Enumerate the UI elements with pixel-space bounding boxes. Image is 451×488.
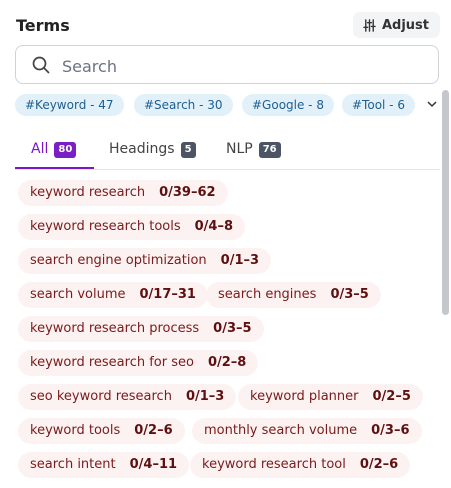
hashtag-chip[interactable]: #Keyword - 47 [15, 94, 124, 116]
term-count: 0/2–6 [134, 423, 173, 438]
panel-title: Terms [16, 16, 70, 35]
term-label: search volume [30, 287, 126, 302]
term-chip[interactable]: monthly search volume 0/3–6 [192, 418, 422, 444]
term-count: 0/3–5 [330, 287, 369, 302]
count-badge: 76 [258, 142, 281, 158]
term-label: keyword research tool [202, 457, 346, 472]
search-box[interactable] [15, 45, 439, 84]
term-count: 0/2–6 [359, 457, 399, 472]
term-count: 0/4–11 [129, 457, 178, 472]
term-label: keyword planner [250, 389, 359, 404]
adjust-button[interactable]: Adjust [352, 12, 440, 38]
tab-headings[interactable]: Headings 5 [109, 136, 196, 170]
term-chip[interactable]: keyword tools 0/2–6 [18, 418, 185, 444]
term-count: 0/4–8 [194, 219, 233, 234]
term-count: 0/2–8 [207, 355, 247, 370]
search-icon [32, 56, 50, 74]
tab-label: Headings [109, 141, 175, 157]
term-label: search engine optimization [30, 253, 207, 268]
search-input[interactable] [60, 52, 424, 80]
term-label: keyword research tools [30, 219, 181, 234]
term-chip[interactable]: keyword research process 0/3–5 [18, 316, 264, 342]
tab-nlp[interactable]: NLP 76 [226, 136, 281, 170]
term-count: 0/39–62 [159, 185, 216, 200]
term-chip[interactable]: keyword planner 0/2–5 [238, 384, 423, 410]
term-count: 0/2–5 [372, 389, 411, 404]
terms-header: Terms Adjust [16, 12, 440, 38]
term-count: 0/1–3 [220, 253, 260, 268]
term-chip[interactable]: search volume 0/17–31 [18, 282, 208, 308]
count-badge: 80 [54, 142, 77, 158]
tabs-divider [15, 169, 440, 170]
term-label: seo keyword research [30, 389, 172, 404]
term-label: keyword tools [30, 423, 121, 438]
term-chip[interactable]: search engines 0/3–5 [206, 282, 381, 308]
tab-label: All [31, 141, 49, 157]
scrollbar[interactable] [442, 90, 449, 315]
hashtag-chip[interactable]: #Google - 8 [242, 94, 334, 116]
term-chip[interactable]: keyword research tool 0/2–6 [190, 452, 411, 478]
hashtag-chip[interactable]: #Search - 30 [134, 94, 233, 116]
term-chip[interactable]: search engine optimization 0/1–3 [18, 248, 272, 274]
sliders-icon [363, 18, 376, 32]
term-chip[interactable]: keyword research 0/39–62 [18, 180, 228, 206]
term-label: keyword research [30, 185, 146, 200]
term-chip[interactable]: keyword research tools 0/4–8 [18, 214, 245, 240]
term-chip[interactable]: seo keyword research 0/1–3 [18, 384, 237, 410]
term-count: 0/3–6 [371, 423, 410, 438]
terms-list: keyword research 0/39–62 keyword research… [18, 180, 438, 488]
term-count: 0/17–31 [139, 287, 196, 302]
term-tabs: All 80 Headings 5 NLP 76 [15, 136, 440, 170]
term-label: keyword research process [30, 321, 200, 336]
chevron-down-icon[interactable] [426, 98, 438, 110]
term-count: 0/1–3 [185, 389, 225, 404]
count-badge: 5 [180, 142, 196, 158]
term-count: 0/3–5 [213, 321, 252, 336]
term-chip[interactable]: keyword research for seo 0/2–8 [18, 350, 259, 376]
tab-label: NLP [226, 141, 253, 157]
hashtag-chip[interactable]: #Tool - 6 [342, 94, 415, 116]
term-label: search intent [30, 457, 116, 472]
hashtag-filters: #Keyword - 47 #Search - 30 #Google - 8 #… [15, 94, 445, 116]
term-label: monthly search volume [204, 423, 358, 438]
term-label: keyword research for seo [30, 355, 194, 370]
term-chip[interactable]: search intent 0/4–11 [18, 452, 190, 478]
adjust-label: Adjust [381, 17, 429, 33]
term-label: search engines [218, 287, 317, 302]
tab-all[interactable]: All 80 [31, 136, 77, 170]
